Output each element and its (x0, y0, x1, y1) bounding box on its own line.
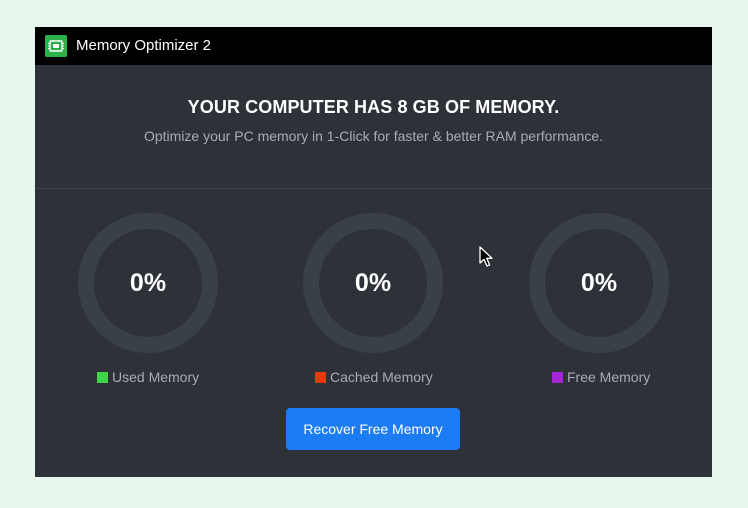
memory-headline: YOUR COMPUTER HAS 8 GB OF MEMORY. (187, 97, 560, 117)
used-memory-swatch (97, 371, 108, 383)
used-memory-legend: Used Memory (97, 368, 199, 386)
free-memory-value: 0% (580, 269, 618, 297)
app-title: Memory Optimizer 2 (76, 37, 212, 54)
memory-subline: Optimize your PC memory in 1-Click for f… (143, 128, 604, 144)
section-divider (35, 188, 712, 189)
used-memory-value: 0% (129, 269, 167, 297)
cached-memory-legend: Cached Memory (315, 368, 433, 386)
cached-memory-label: Cached Memory (330, 369, 433, 385)
free-memory-gauge: 0% (529, 213, 669, 353)
cached-memory-value: 0% (354, 269, 392, 297)
free-memory-label: Free Memory (567, 369, 651, 385)
free-memory-swatch (552, 371, 563, 383)
title-bar: Memory Optimizer 2 (35, 27, 712, 65)
recover-free-memory-button[interactable]: Recover Free Memory (286, 408, 460, 450)
memory-chip-icon (45, 35, 67, 57)
used-memory-label: Used Memory (112, 369, 200, 385)
free-memory-legend: Free Memory (552, 368, 650, 386)
cached-memory-swatch (315, 371, 326, 383)
app-window: Memory Optimizer 2 YOUR COMPUTER HAS 8 G… (35, 27, 712, 477)
used-memory-gauge: 0% (78, 213, 218, 353)
cached-memory-gauge: 0% (303, 213, 443, 353)
mouse-pointer-icon (479, 246, 495, 268)
